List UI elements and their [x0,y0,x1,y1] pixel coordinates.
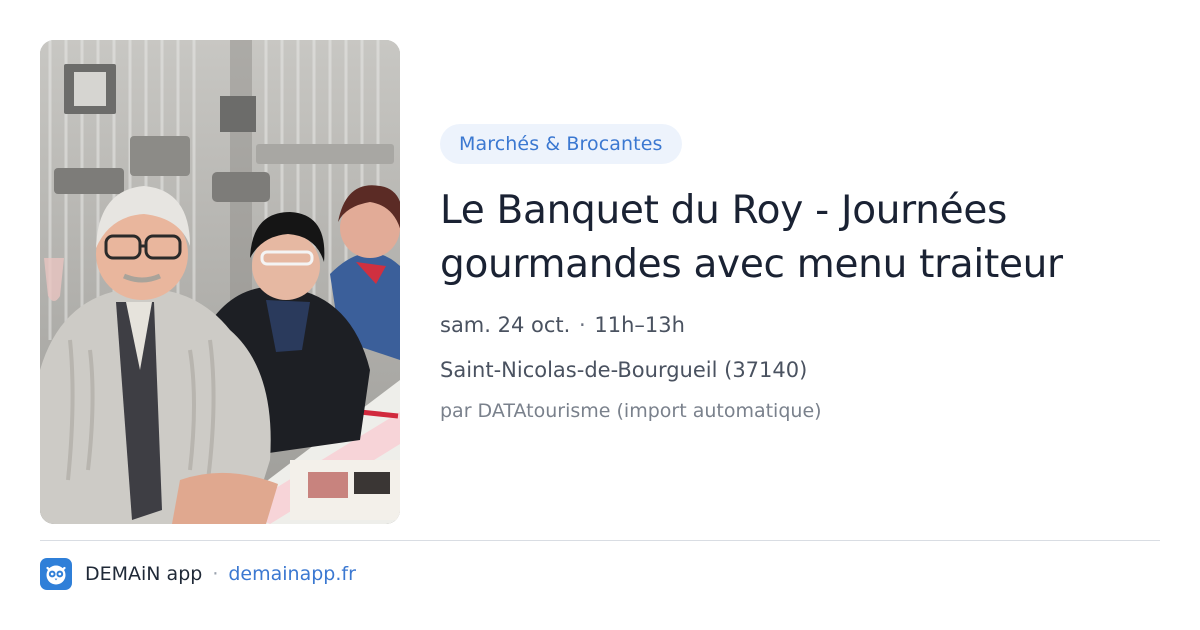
category-badge[interactable]: Marchés & Brocantes [440,124,682,164]
event-title-line-1: Le Banquet du Roy - Journées [440,188,1008,233]
app-name: DEMAiN app [85,563,203,585]
footer: DEMAiN app · demainapp.fr [40,557,356,591]
event-photo [40,40,400,524]
footer-divider [40,540,1160,541]
event-photo-illustration [40,40,400,524]
event-details: Marchés & Brocantes Le Banquet du Roy - … [440,124,1160,425]
owl-icon [46,565,66,585]
event-location: Saint-Nicolas-de-Bourgueil (37140) [440,358,808,382]
event-title[interactable]: Le Banquet du Roy - Journées gourmandes … [440,184,1140,292]
demain-app-icon[interactable] [40,558,72,590]
event-source: par DATAtourisme (import automatique) [440,400,822,422]
event-date: sam. 24 oct. [440,313,571,337]
event-time: 11h–13h [594,313,685,337]
event-datetime: sam. 24 oct. · 11h–13h [440,310,1160,340]
datetime-separator: · [579,313,586,337]
event-title-line-2: gourmandes avec menu traiteur [440,242,1063,287]
app-domain-link[interactable]: demainapp.fr [228,563,356,585]
footer-separator: · [212,563,219,585]
